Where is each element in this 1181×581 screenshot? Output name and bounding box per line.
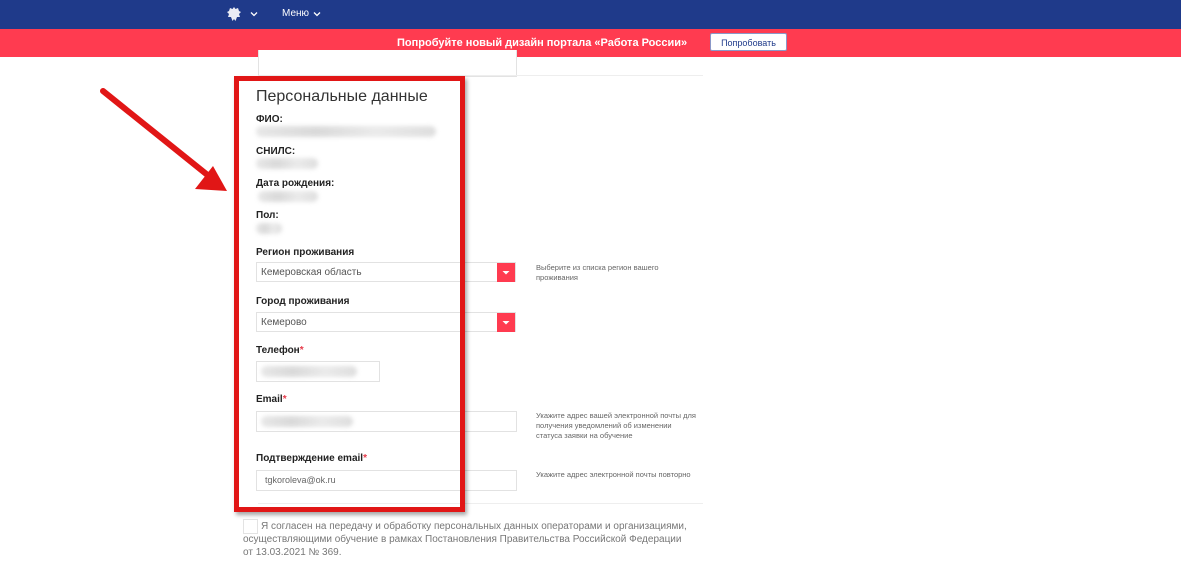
try-new-design-button[interactable]: Попробовать [710, 33, 787, 51]
region-hint: Выберите из списка регион вашего прожива… [536, 263, 659, 282]
consent-text: Я согласен на передачу и обработку персо… [243, 521, 687, 558]
double-headed-eagle-icon[interactable] [226, 6, 242, 23]
annotation-highlight-box [234, 76, 465, 512]
annotation-arrow-icon [100, 88, 227, 191]
chevron-down-icon[interactable] [312, 9, 322, 19]
top-navigation-bar: Меню [0, 0, 1181, 29]
menu-link[interactable]: Меню [282, 8, 309, 19]
chevron-down-icon[interactable] [249, 9, 259, 19]
city-dropdown-toggle[interactable] [497, 313, 515, 332]
caret-down-icon [502, 321, 510, 325]
caret-down-icon [502, 271, 510, 275]
new-design-banner: Попробуйте новый дизайн портала «Работа … [0, 29, 1181, 57]
previous-field-input[interactable] [258, 50, 517, 77]
email-hint: Укажите адрес вашей электронной почты дл… [536, 411, 696, 440]
region-dropdown-toggle[interactable] [497, 263, 515, 282]
banner-text: Попробуйте новый дизайн портала «Работа … [397, 37, 688, 49]
email-confirm-hint: Укажите адрес электронной почты повторно [536, 470, 691, 479]
